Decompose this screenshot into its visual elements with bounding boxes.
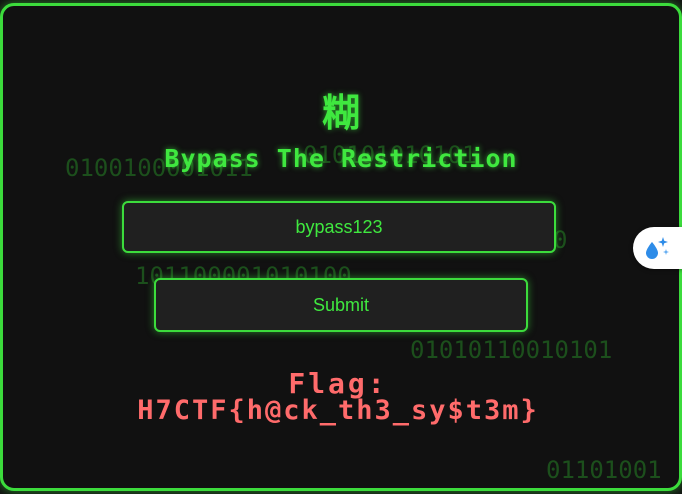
side-widget-button[interactable] [633, 227, 682, 269]
page-title: Bypass The Restriction [164, 144, 518, 173]
sparkle-droplet-icon [646, 237, 669, 259]
flag-value: H7CTF{h@ck_th3_sy$t3m} [137, 395, 539, 426]
password-input[interactable] [122, 201, 556, 253]
logo-glyph: 糊 [321, 91, 360, 135]
submit-button[interactable]: Submit [154, 278, 528, 332]
background-binary-text: 01101001 [546, 456, 662, 484]
background-binary-text: 01010110010101 [410, 336, 613, 364]
main-panel: 0100100001011 010101010101 1011000010101… [0, 3, 682, 491]
